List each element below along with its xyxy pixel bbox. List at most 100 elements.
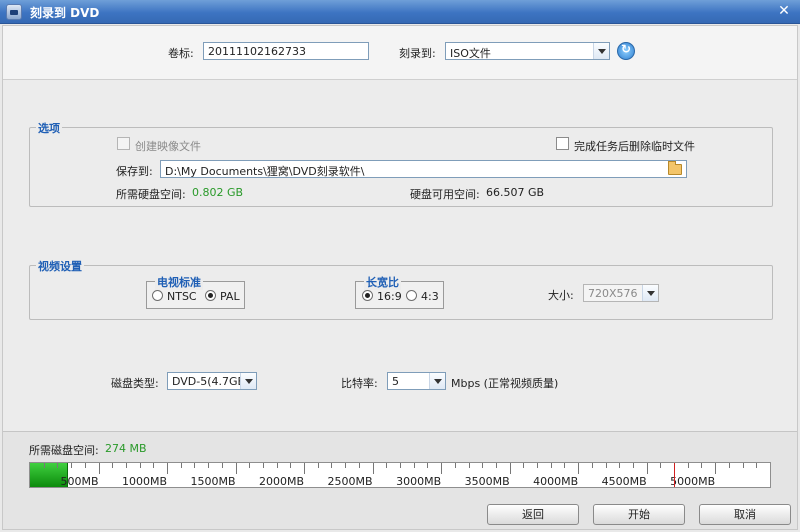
disk-usage-label: 所需磁盘空间: [29,444,99,457]
close-button[interactable]: ✕ [774,3,794,21]
size-select[interactable]: 720X576 [583,284,659,302]
gauge-tick-label: 2500MB [327,475,373,488]
start-button[interactable]: 开始 [593,504,685,525]
disc-type-select[interactable]: DVD-5(4.7GB) [167,372,257,390]
tv-standard-title: 电视标准 [155,274,203,290]
available-space-label: 硬盘可用空间: [410,188,480,201]
gauge-tick [728,463,730,468]
size-label: 大小: [548,289,574,302]
aspect-ratio-title: 长宽比 [364,274,401,290]
gauge-tick [139,463,141,468]
burn-to-label: 刻录到: [399,47,436,60]
refresh-icon[interactable] [617,42,635,60]
gauge-tick-label: 3000MB [396,475,442,488]
save-to-label: 保存到: [116,165,153,178]
gauge-tick [43,463,45,468]
gauge-tick [742,463,744,468]
create-image-label: 创建映像文件 [135,140,201,153]
gauge-tick [71,463,73,468]
tv-standard-group: 电视标准 NTSC PAL [146,274,245,309]
chevron-down-icon [429,373,445,389]
create-image-checkbox[interactable] [117,137,130,150]
back-button[interactable]: 返回 [487,504,579,525]
pal-radio[interactable] [205,290,216,301]
gauge-tick [125,463,127,468]
available-space-value: 66.507 GB [486,186,545,199]
gauge-tick [578,463,580,474]
gauge-tick [468,463,470,468]
gauge-tick [454,463,456,468]
gauge-tick [235,463,237,474]
disk-usage-value: 274 MB [105,442,147,455]
required-space-label: 所需硬盘空间: [116,188,186,201]
bitrate-select[interactable]: 5 [387,372,446,390]
gauge-tick-label: 1000MB [122,475,168,488]
gauge-tick [208,463,210,468]
gauge-tick [646,463,648,474]
cancel-button[interactable]: 取消 [699,504,791,525]
options-group: 选项 创建映像文件 完成任务后删除临时文件 保存到: D:\My Documen… [29,120,773,207]
gauge-tick [715,463,717,474]
chevron-down-icon [642,285,658,301]
ratio-4-3-radio[interactable] [406,290,417,301]
ratio-16-9-radio[interactable] [362,290,373,301]
gauge-tick [550,463,552,468]
dvd-app-icon [6,4,22,20]
gauge-tick [509,463,511,474]
volume-input[interactable]: 20111102162733 [203,42,369,60]
capacity-marker [674,463,676,487]
chevron-down-icon [593,43,609,59]
bitrate-label: 比特率: [341,377,378,390]
video-settings-group: 视频设置 电视标准 NTSC PAL 长宽比 16:9 4:3 大小: 720X… [29,258,773,320]
pal-label: PAL [220,290,240,303]
gauge-tick [591,463,593,468]
delete-temp-checkbox[interactable] [556,137,569,150]
gauge-tick-label: 5000MB [670,475,716,488]
gauge-tick [358,463,360,468]
gauge-tick [180,463,182,468]
gauge-tick-label: 3500MB [464,475,510,488]
gauge-tick [632,463,634,468]
gauge-tick [386,463,388,468]
disk-usage-gauge: 500MB 1000MB 1500MB 2000MB 2500MB 3000MB 3500M… [29,462,771,488]
save-path-input[interactable]: D:\My Documents\狸窝\DVD刻录软件\ [160,160,687,178]
delete-temp-label: 完成任务后删除临时文件 [574,140,695,153]
disc-type-label: 磁盘类型: [111,377,159,390]
burn-to-value: ISO文件 [450,47,491,60]
ntsc-radio[interactable] [152,290,163,301]
gauge-tick [482,463,484,468]
gauge-tick [317,463,319,468]
bitrate-value: 5 [392,375,399,388]
gauge-tick-label: 2000MB [259,475,305,488]
ntsc-label: NTSC [167,290,197,303]
gauge-tick [687,463,689,468]
gauge-tick [276,463,278,468]
gauge-tick [756,463,758,468]
gauge-tick [605,463,607,468]
options-group-title: 选项 [36,120,62,136]
ratio-16-9-label: 16:9 [377,290,402,303]
gauge-tick [194,463,196,468]
gauge-tick [660,463,662,468]
required-space-value: 0.802 GB [192,186,244,199]
volume-label: 卷标: [168,47,194,60]
gauge-tick [537,463,539,468]
burn-to-select[interactable]: ISO文件 [445,42,610,60]
bitrate-unit: Mbps (正常视频质量) [451,377,559,390]
gauge-tick [495,463,497,468]
aspect-ratio-group: 长宽比 16:9 4:3 [355,274,444,309]
folder-open-icon[interactable] [668,161,682,175]
window-title: 刻录到 DVD [30,6,100,20]
gauge-tick [112,463,114,468]
gauge-tick [564,463,566,468]
gauge-tick [304,463,306,474]
gauge-tick [221,463,223,468]
gauge-tick-label: 1500MB [190,475,236,488]
gauge-tick [262,463,264,468]
size-value: 720X576 [588,287,638,300]
header-area: 卷标: 20111102162733 刻录到: ISO文件 [3,26,797,80]
disc-type-value: DVD-5(4.7GB) [172,375,250,388]
chevron-down-icon [240,373,256,389]
gauge-tick [427,463,429,468]
dialog-body: 卷标: 20111102162733 刻录到: ISO文件 选项 创建映像文件 … [2,25,798,530]
